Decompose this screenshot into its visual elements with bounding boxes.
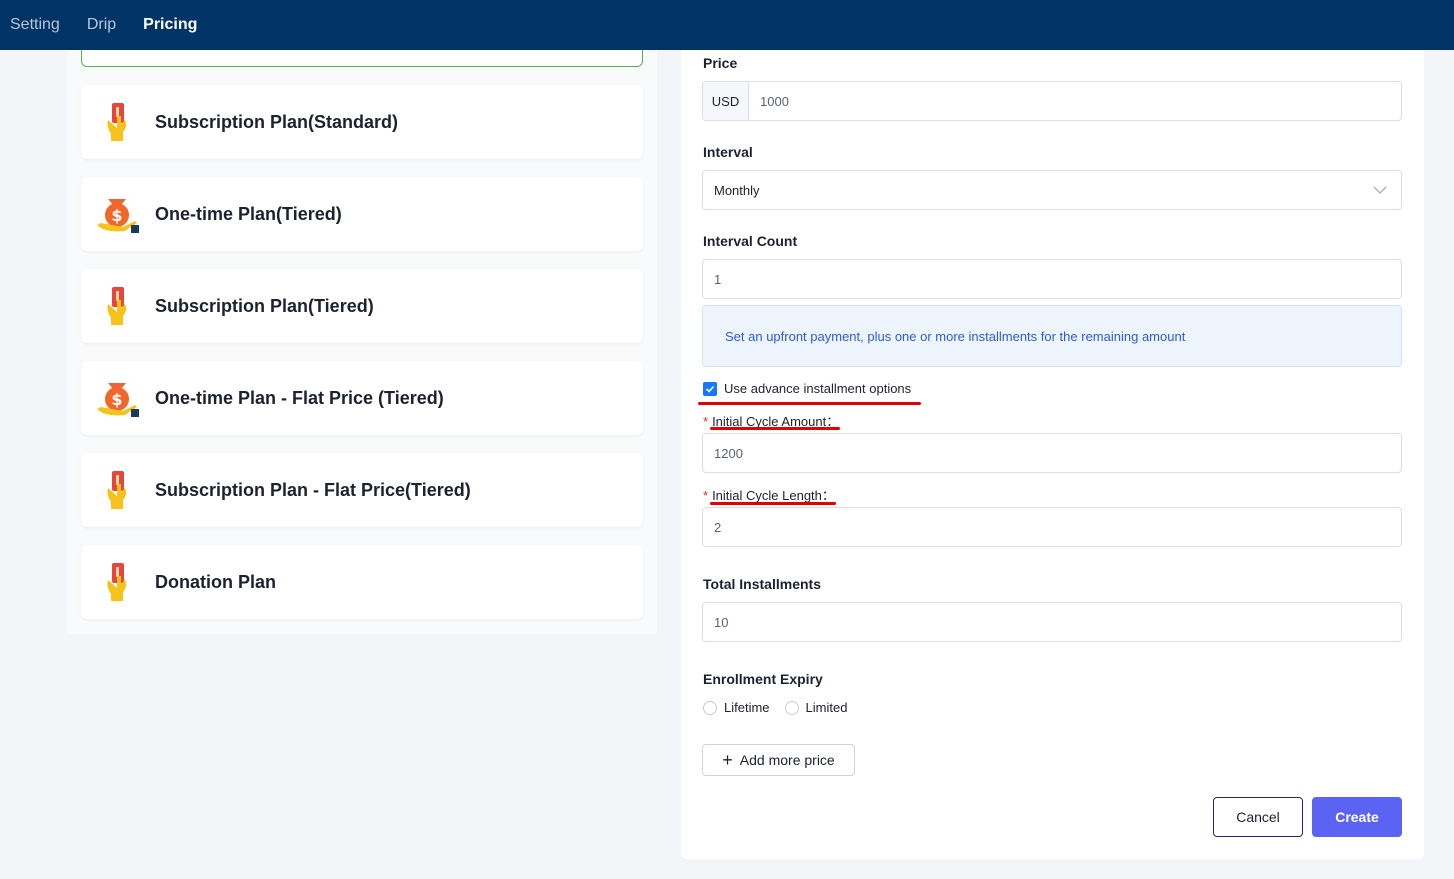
price-label: Price — [703, 55, 738, 71]
tab-pricing[interactable]: Pricing — [143, 16, 197, 34]
installment-info-alert: Set an upfront payment, plus one or more… — [702, 305, 1402, 367]
plus-icon: + — [722, 749, 733, 770]
radio-limited-label[interactable]: Limited — [806, 700, 848, 715]
plan-card-donation[interactable]: Donation Plan — [81, 545, 643, 619]
create-button[interactable]: Create — [1312, 797, 1402, 837]
card-hand-icon — [81, 85, 155, 159]
plan-label: Subscription Plan(Standard) — [155, 111, 399, 132]
cancel-button[interactable]: Cancel — [1213, 797, 1303, 837]
enrollment-expiry-radio-group: Lifetime Limited — [703, 700, 847, 715]
radio-lifetime-label[interactable]: Lifetime — [724, 700, 770, 715]
required-asterisk: * — [703, 414, 709, 429]
interval-value: Monthly — [714, 182, 760, 198]
interval-select[interactable]: Monthly — [702, 170, 1402, 210]
chevron-down-icon — [1373, 186, 1387, 194]
top-nav-bar: Setting Drip Pricing — [0, 0, 1454, 50]
plan-label: One-time Plan - Flat Price (Tiered) — [155, 387, 444, 408]
interval-count-label: Interval Count — [703, 233, 798, 249]
annotation-underline — [698, 402, 921, 405]
advance-installment-checkbox-row[interactable]: Use advance installment options — [703, 381, 911, 396]
interval-count-value: 1 — [714, 271, 722, 287]
plan-card-one-time-tiered[interactable]: $ One-time Plan(Tiered) — [81, 177, 643, 251]
initial-cycle-amount-value: 1200 — [714, 445, 743, 461]
checkbox-checked-icon[interactable] — [703, 381, 717, 396]
svg-text:$: $ — [111, 390, 122, 409]
price-input[interactable]: USD 1000 — [702, 81, 1402, 121]
card-hand-icon — [81, 453, 155, 527]
money-bag-icon: $ — [81, 177, 155, 251]
plan-label: Subscription Plan(Tiered) — [155, 295, 374, 316]
price-value: 1000 — [760, 93, 789, 109]
interval-label: Interval — [703, 144, 753, 160]
radio-lifetime[interactable] — [703, 700, 717, 715]
annotation-underline — [710, 502, 836, 505]
advance-installment-label: Use advance installment options — [724, 381, 912, 396]
tab-drip[interactable]: Drip — [87, 16, 116, 34]
initial-cycle-length-value: 2 — [714, 519, 722, 535]
currency-addon: USD — [703, 82, 749, 120]
plan-card-subscription-tiered[interactable]: Subscription Plan(Tiered) — [81, 269, 643, 343]
interval-count-input[interactable]: 1 — [702, 259, 1402, 299]
plan-card-subscription-flat-tiered[interactable]: Subscription Plan - Flat Price(Tiered) — [81, 453, 643, 527]
total-installments-input[interactable]: 10 — [702, 602, 1402, 642]
tab-setting[interactable]: Setting — [10, 16, 60, 34]
enrollment-expiry-label: Enrollment Expiry — [703, 671, 823, 687]
svg-text:$: $ — [111, 206, 122, 225]
total-installments-value: 10 — [714, 614, 729, 630]
required-asterisk: * — [703, 488, 709, 503]
initial-cycle-amount-input[interactable]: 1200 — [702, 433, 1402, 473]
plan-label: Donation Plan — [155, 571, 276, 592]
money-bag-icon: $ — [81, 361, 155, 435]
annotation-underline — [710, 427, 840, 430]
label-colon: ： — [821, 488, 835, 503]
initial-cycle-length-text: Initial Cycle Length — [712, 488, 822, 503]
card-hand-icon — [81, 269, 155, 343]
plan-label: Subscription Plan - Flat Price(Tiered) — [155, 479, 471, 500]
initial-cycle-length-input[interactable]: 2 — [702, 507, 1402, 547]
radio-limited[interactable] — [784, 700, 799, 715]
selected-plan-card-edge — [81, 50, 643, 67]
card-hand-icon — [81, 545, 155, 619]
plan-card-one-time-flat-tiered[interactable]: $ One-time Plan - Flat Price (Tiered) — [81, 361, 643, 435]
add-more-price-label: Add more price — [739, 752, 835, 768]
info-text: Set an upfront payment, plus one or more… — [725, 328, 1186, 344]
plan-card-subscription-standard[interactable]: Subscription Plan(Standard) — [81, 85, 643, 159]
total-installments-label: Total Installments — [703, 576, 821, 592]
plan-label: One-time Plan(Tiered) — [155, 203, 342, 224]
add-more-price-button[interactable]: + Add more price — [702, 744, 855, 776]
